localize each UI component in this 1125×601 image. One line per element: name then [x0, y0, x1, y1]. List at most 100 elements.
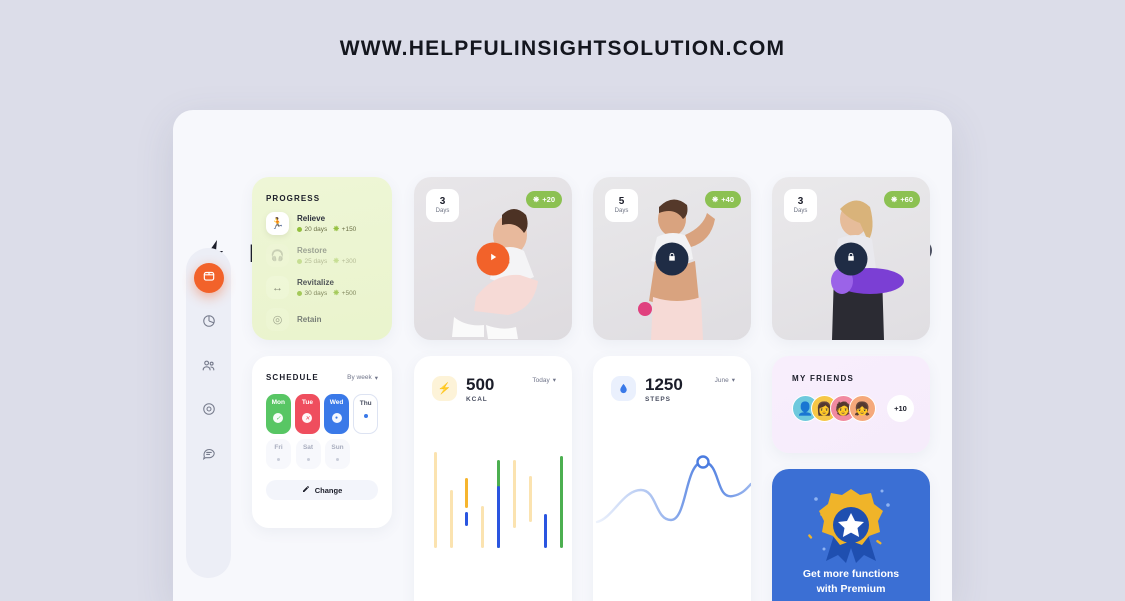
schedule-day-mon[interactable]: Mon ✓	[266, 394, 291, 434]
droplet-icon	[611, 376, 636, 401]
progress-title: PROGRESS	[266, 194, 321, 203]
steps-card: 1250 STEPS June ▾ 02	[593, 356, 751, 601]
page-watermark-title: WWW.HELPFULINSIGHTSOLUTION.COM	[339, 37, 786, 60]
schedule-filter-dropdown[interactable]: By week ▾	[347, 374, 378, 382]
points-value: +20	[542, 195, 555, 204]
progress-row-restore[interactable]: 🎧 Restore 25 days ❋ +300	[266, 244, 378, 267]
sidebar-item-messages[interactable]	[194, 440, 224, 470]
bar	[529, 476, 532, 522]
chevron-down-icon: ▾	[552, 377, 556, 384]
day-status-icon: ●	[331, 413, 342, 423]
lock-icon	[667, 250, 678, 268]
chart-pie-icon	[202, 314, 216, 333]
bar	[465, 478, 468, 508]
bar	[544, 514, 547, 548]
schedule-day-fri[interactable]: Fri	[266, 439, 291, 469]
bar	[513, 460, 516, 528]
kcal-card: ⚡ 500 KCAL Today ▾	[414, 356, 572, 601]
chevron-down-icon: ▾	[374, 374, 378, 382]
leaf-icon: ❋	[532, 195, 540, 204]
award-medal-icon	[808, 489, 890, 563]
day-label: Mon	[271, 399, 285, 406]
points-badge: ❋ +40	[704, 191, 741, 208]
points-badge: ❋ +60	[883, 191, 920, 208]
schedule-week-bottom: Fri Sat Sun	[266, 439, 378, 469]
change-schedule-button[interactable]: Change	[266, 480, 378, 500]
running-icon: 🏃	[266, 212, 289, 235]
play-button[interactable]	[476, 242, 510, 275]
progress-row-revitalize[interactable]: ↔ Revitalize 30 days ❋ +500	[266, 276, 378, 299]
sidebar	[186, 248, 231, 578]
play-icon	[488, 250, 499, 268]
sidebar-item-friends[interactable]	[194, 353, 224, 383]
friends-title: MY FRIENDS	[792, 374, 855, 383]
progress-row-name: Revitalize	[297, 277, 334, 287]
day-status-icon: ✕	[302, 413, 313, 423]
progress-row-relieve[interactable]: 🏃 Relieve 20 days ❋ +150	[266, 212, 378, 235]
headphones-icon: 🎧	[266, 244, 289, 267]
day-label: Sat	[302, 444, 314, 451]
progress-row-days: 30 days	[297, 290, 327, 297]
days-count: 3	[439, 196, 446, 208]
schedule-card: SCHEDULE By week ▾ Mon ✓ Tue ✕ Wed ● Thu…	[252, 356, 392, 528]
steps-line-chart	[595, 455, 751, 524]
days-label: Days	[435, 207, 450, 214]
sidebar-item-stats[interactable]	[194, 308, 224, 338]
stretch-icon: ↔	[266, 276, 289, 299]
workout-card-1[interactable]: 3 Days ❋ +20	[414, 177, 572, 340]
bar	[450, 490, 453, 548]
kcal-unit: KCAL	[466, 396, 488, 403]
people-icon	[201, 358, 216, 378]
day-label: Fri	[274, 444, 283, 451]
schedule-day-wed[interactable]: Wed ●	[324, 394, 349, 434]
lock-button[interactable]	[655, 242, 689, 275]
kcal-bar-chart	[434, 452, 563, 548]
app-window: Dashboard ‹ ›	[173, 110, 952, 601]
steps-period-dropdown[interactable]: June ▾	[714, 376, 735, 385]
progress-row-name: Restore	[297, 245, 327, 255]
friends-avatars: 👤 👩 🧑 👧	[792, 395, 876, 422]
schedule-day-thu[interactable]: Thu	[353, 394, 379, 434]
points-badge: ❋ +20	[525, 191, 562, 208]
pencil-icon	[302, 485, 310, 495]
premium-line1: Get more functions	[802, 568, 900, 580]
progress-row-retain[interactable]: ◎ Retain	[266, 308, 378, 331]
schedule-title: SCHEDULE	[266, 373, 319, 382]
workout-card-3[interactable]: 3 Days ❋ +60	[772, 177, 930, 340]
target-icon	[202, 402, 216, 421]
lock-button[interactable]	[834, 242, 868, 275]
friends-more-count[interactable]: +10	[887, 395, 914, 422]
schedule-week-top: Mon ✓ Tue ✕ Wed ● Thu	[266, 394, 379, 434]
days-badge: 5 Days	[605, 189, 638, 222]
workout-card-2[interactable]: 5 Days ❋ +40	[593, 177, 751, 340]
steps-period-label: June	[714, 376, 729, 384]
day-status-icon	[363, 414, 368, 418]
lock-icon	[846, 250, 857, 268]
day-status-icon: ✓	[273, 413, 284, 423]
bar	[560, 456, 563, 548]
chat-icon	[202, 446, 216, 465]
day-label: Wed	[329, 399, 344, 406]
schedule-day-tue[interactable]: Tue ✕	[295, 394, 320, 434]
kcal-period-dropdown[interactable]: Today ▾	[532, 376, 556, 385]
kcal-period-label: Today	[532, 376, 550, 384]
schedule-day-sun[interactable]: Sun	[325, 439, 350, 469]
sidebar-item-home[interactable]	[193, 263, 224, 293]
schedule-filter-label: By week	[347, 374, 372, 381]
bar	[465, 512, 468, 526]
points-value: +60	[900, 195, 913, 204]
progress-row-days: 20 days	[297, 226, 327, 233]
kcal-value: 500	[466, 375, 495, 394]
leaf-icon: ❋	[890, 195, 898, 204]
progress-row-points: ❋ +500	[333, 289, 357, 298]
day-label: Tue	[301, 399, 313, 406]
progress-row-name: Relieve	[297, 213, 326, 223]
days-badge: 3 Days	[426, 189, 459, 222]
days-label: Days	[793, 207, 808, 214]
sidebar-item-goals[interactable]	[194, 396, 224, 426]
progress-row-name: Retain	[297, 315, 322, 324]
premium-card[interactable]: Get more functions with Premium	[772, 469, 930, 601]
schedule-day-sat[interactable]: Sat	[295, 439, 321, 469]
progress-row-points: ❋ +150	[333, 225, 357, 234]
avatar[interactable]: 👧	[849, 395, 876, 422]
